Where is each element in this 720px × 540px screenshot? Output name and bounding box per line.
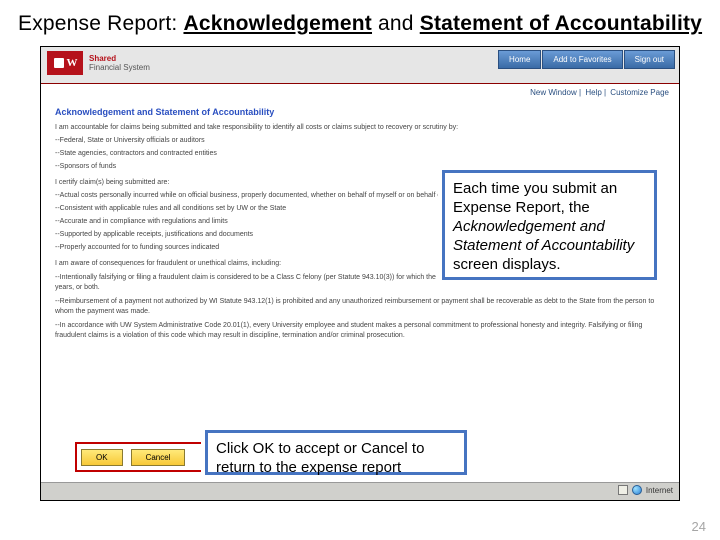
status-tray: Internet [618, 485, 673, 495]
menu-home[interactable]: Home [498, 50, 541, 69]
brand-area: W Shared Financial System [47, 51, 150, 75]
status-label: Internet [646, 486, 673, 495]
slide-title: Expense Report: Acknowledgement and Stat… [18, 12, 702, 36]
bullet-1a: --Federal, State or University officials… [55, 136, 665, 146]
globe-icon [632, 485, 642, 495]
status-bar: Internet [41, 482, 679, 500]
uw-logo: W [47, 51, 83, 75]
content-heading: Acknowledgement and Statement of Account… [55, 107, 665, 117]
title-part-2: Acknowledgement [183, 12, 372, 35]
brand-line-1: Shared [89, 54, 150, 63]
brand-text: Shared Financial System [89, 54, 150, 72]
app-header: W Shared Financial System Home Add to Fa… [41, 47, 679, 83]
page-number: 24 [692, 519, 706, 534]
subnav: New Window | Help | Customize Page [41, 84, 679, 101]
callout-explanation: Each time you submit an Expense Report, … [442, 170, 657, 280]
title-part-1: Expense Report: [18, 12, 183, 35]
consequence-2: --Reimbursement of a payment not authori… [55, 297, 665, 317]
bullet-1b: --State agencies, contractors and contra… [55, 149, 665, 159]
callout1-em: Acknowledgement and Statement of Account… [453, 218, 634, 254]
brand-line-2: Financial System [89, 63, 150, 72]
title-part-4: Statement of Accountability [420, 12, 702, 35]
header-menu: Home Add to Favorites Sign out [498, 50, 675, 69]
intro-paragraph: I am accountable for claims being submit… [55, 123, 665, 133]
callout-instruction: Click OK to accept or Cancel to return t… [205, 430, 467, 475]
subnav-customize[interactable]: Customize Page [610, 88, 669, 97]
title-part-3: and [372, 12, 420, 35]
tray-box-icon [618, 485, 628, 495]
subnav-help[interactable]: Help [585, 88, 601, 97]
button-row: OK Cancel [81, 449, 185, 466]
callout2-text: Click OK to accept or Cancel to return t… [216, 440, 424, 476]
menu-add-favorites[interactable]: Add to Favorites [542, 50, 622, 69]
callout1-post: screen displays. [453, 256, 561, 273]
ok-button[interactable]: OK [81, 449, 123, 466]
menu-signout[interactable]: Sign out [624, 50, 675, 69]
cancel-button[interactable]: Cancel [131, 449, 186, 466]
callout1-pre: Each time you submit an Expense Report, … [453, 180, 617, 216]
consequence-3: --In accordance with UW System Administr… [55, 321, 665, 341]
subnav-new-window[interactable]: New Window [530, 88, 577, 97]
